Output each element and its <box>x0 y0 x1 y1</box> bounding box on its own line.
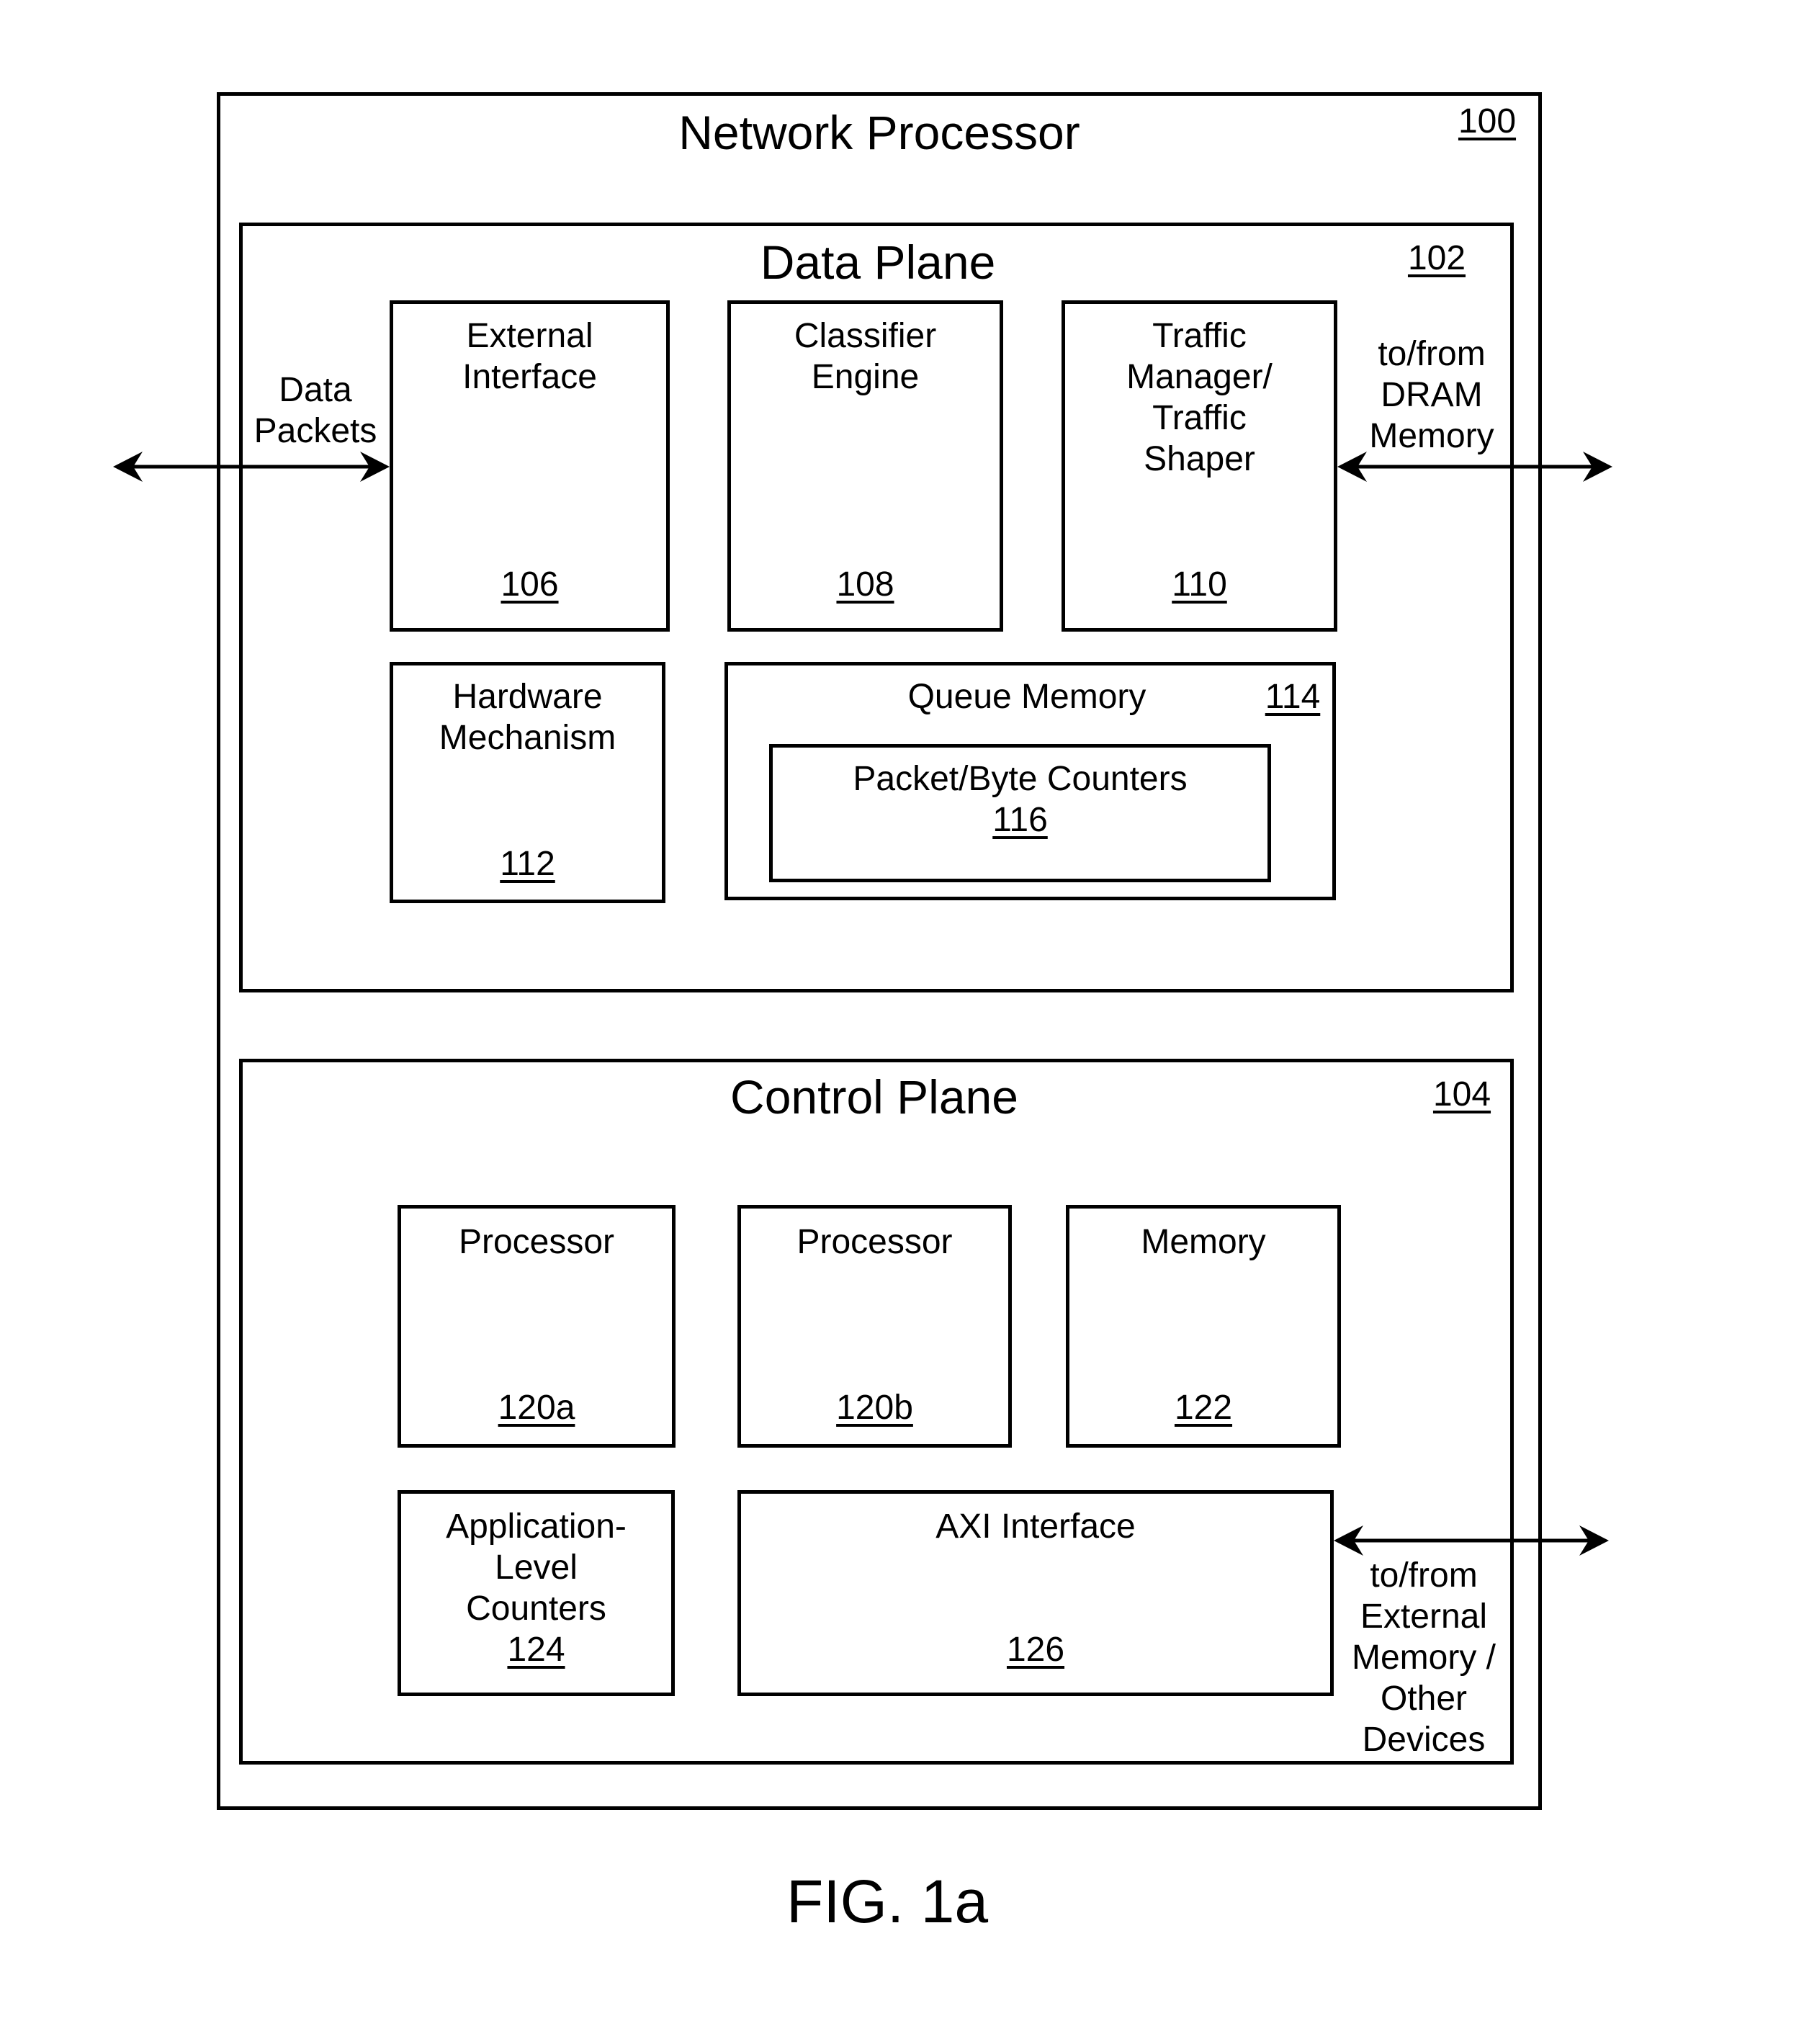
figure-caption: FIG. 1a <box>786 1868 989 1935</box>
connection-arrows <box>113 452 1612 1556</box>
dram-arrow <box>1337 452 1612 482</box>
data-packets-arrow <box>113 452 390 482</box>
external-memory-arrow <box>1334 1525 1609 1556</box>
